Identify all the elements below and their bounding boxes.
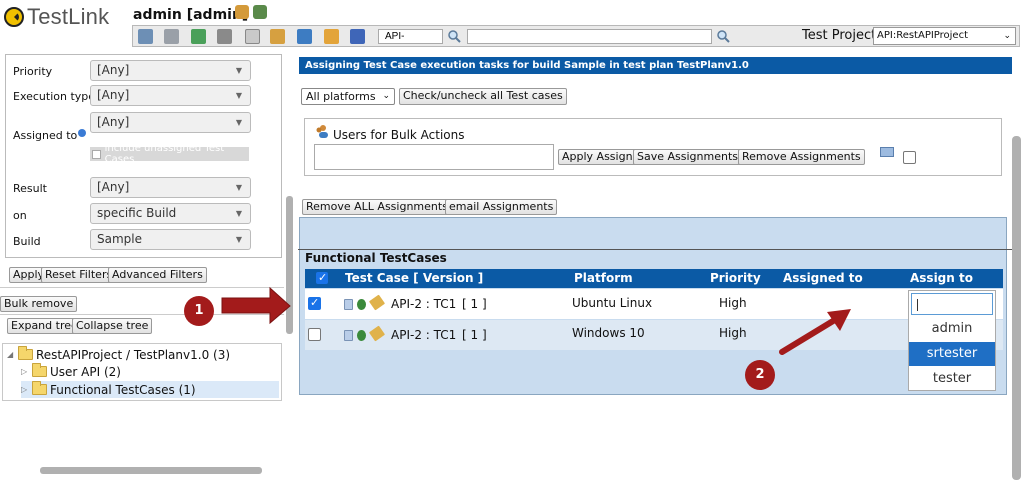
arrow-icon	[221, 286, 291, 325]
arrow-icon	[779, 309, 851, 355]
annotation-arrows	[221, 286, 851, 355]
